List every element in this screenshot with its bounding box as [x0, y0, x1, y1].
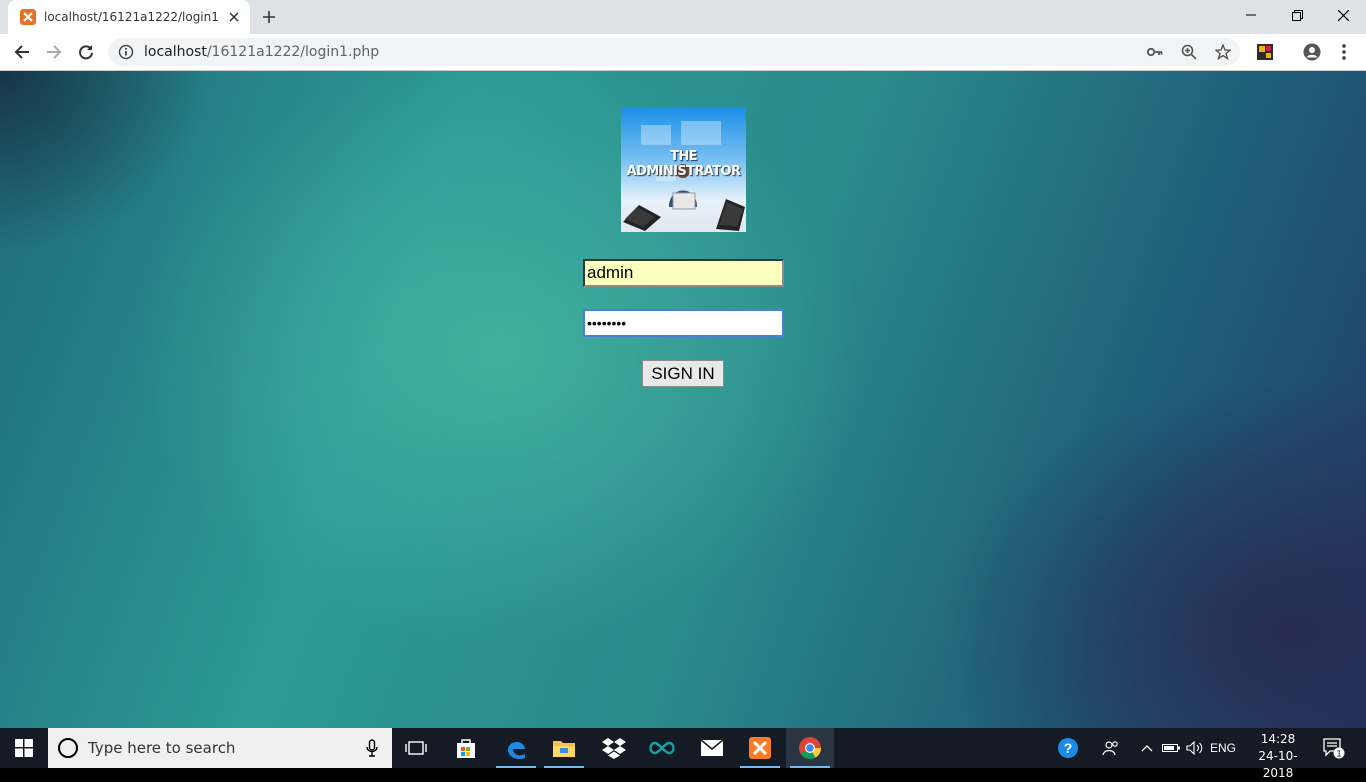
forward-arrow-icon[interactable]	[40, 38, 68, 66]
url-text: localhost/16121a1222/login1.php	[144, 44, 380, 60]
window-close-icon[interactable]	[1320, 0, 1366, 30]
logo-text: THE ADMINISTRATOR	[626, 149, 741, 179]
taskbar: Type here to search ? ENG 14:28 24-10-20…	[0, 728, 1366, 780]
menu-dots-icon[interactable]	[1330, 38, 1358, 66]
svg-text:?: ?	[1064, 740, 1073, 756]
edge-icon[interactable]	[492, 728, 540, 768]
restore-icon[interactable]	[1274, 0, 1320, 30]
tab-close-icon[interactable]	[226, 9, 242, 25]
new-tab-icon[interactable]	[258, 7, 280, 27]
zoom-icon[interactable]	[1177, 42, 1201, 62]
username-value: admin	[587, 263, 634, 282]
profile-icon[interactable]	[1298, 38, 1326, 66]
clock-time: 14:28	[1260, 732, 1296, 746]
volume-icon[interactable]	[1184, 728, 1206, 768]
tab-title: localhost/16121a1222/login1.php	[44, 10, 220, 24]
tab-strip: localhost/16121a1222/login1.php	[0, 0, 1366, 34]
page-viewport: THE ADMINISTRATOR admin •••••••• SIGN IN	[0, 71, 1366, 728]
info-icon[interactable]	[118, 44, 134, 60]
key-icon[interactable]	[1143, 42, 1167, 62]
action-center-icon[interactable]: 1	[1318, 728, 1350, 768]
microphone-icon[interactable]	[364, 738, 380, 758]
language-indicator[interactable]: ENG	[1208, 728, 1238, 768]
chevron-up-icon[interactable]	[1136, 728, 1158, 768]
sign-in-button[interactable]: SIGN IN	[642, 360, 724, 387]
help-icon[interactable]: ?	[1054, 728, 1082, 768]
administrator-logo-image: THE ADMINISTRATOR	[621, 107, 746, 232]
windows-start-icon[interactable]	[0, 728, 48, 768]
chrome-icon[interactable]	[786, 728, 834, 768]
mail-icon[interactable]	[688, 728, 736, 768]
battery-icon[interactable]	[1160, 728, 1182, 768]
address-bar[interactable]: localhost/16121a1222/login1.php	[108, 38, 1240, 66]
minimize-icon[interactable]	[1228, 0, 1274, 30]
xampp-icon[interactable]	[736, 728, 784, 768]
clock-date: 24-10-2018	[1258, 749, 1298, 780]
browser-window: localhost/16121a1222/login1.php	[0, 0, 1366, 71]
notification-count: 1	[1336, 749, 1341, 759]
cortana-icon	[58, 738, 78, 758]
username-input[interactable]: admin	[583, 259, 784, 287]
arduino-icon[interactable]	[638, 728, 686, 768]
bookmark-star-icon[interactable]	[1211, 42, 1235, 62]
password-input[interactable]: ••••••••	[583, 309, 784, 337]
browser-tab[interactable]: localhost/16121a1222/login1.php	[8, 0, 250, 34]
system-clock[interactable]: 14:28 24-10-2018	[1244, 731, 1312, 782]
taskbar-search-box[interactable]: Type here to search	[48, 728, 392, 768]
reload-icon[interactable]	[72, 38, 100, 66]
search-placeholder: Type here to search	[88, 739, 236, 757]
people-icon[interactable]	[1098, 728, 1124, 768]
task-view-icon[interactable]	[392, 728, 440, 768]
extension-icon[interactable]	[1251, 38, 1279, 66]
store-icon[interactable]	[442, 728, 490, 768]
dropbox-icon[interactable]	[590, 728, 638, 768]
file-explorer-icon[interactable]	[540, 728, 588, 768]
back-arrow-icon[interactable]	[8, 38, 36, 66]
browser-toolbar: localhost/16121a1222/login1.php	[0, 34, 1366, 71]
xampp-favicon-icon	[20, 9, 36, 25]
password-value: ••••••••	[587, 315, 627, 331]
